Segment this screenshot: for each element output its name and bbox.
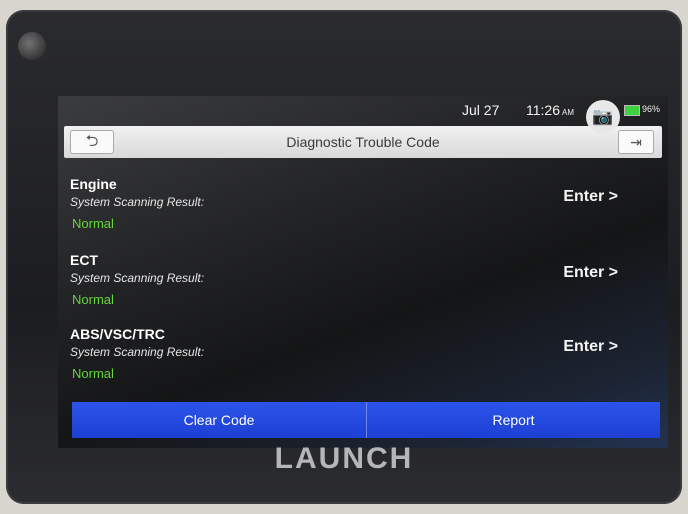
system-name: ECT	[70, 252, 98, 268]
system-scan-label: System Scanning Result:	[70, 271, 205, 285]
system-row-ect: ECT System Scanning Result: Normal Enter…	[64, 252, 654, 322]
status-clock: 11:26	[526, 102, 560, 118]
status-date: Jul 27	[462, 102, 500, 118]
front-camera	[18, 32, 46, 60]
clear-code-button[interactable]: Clear Code	[72, 402, 367, 438]
battery-percent: 96%	[642, 104, 661, 114]
system-scan-label: System Scanning Result:	[70, 345, 205, 359]
status-ampm: AM	[562, 108, 574, 117]
system-row-engine: Engine System Scanning Result: Normal En…	[64, 176, 654, 246]
exit-icon: ⇥	[630, 134, 642, 150]
system-name: ABS/VSC/TRC	[70, 326, 165, 342]
page-title: Diagnostic Trouble Code	[286, 134, 440, 150]
enter-button-ect[interactable]: Enter >	[563, 264, 618, 282]
battery-icon	[624, 105, 640, 116]
screen: Jul 27 11:26 AM 📷 96% ⮌ Diagnostic Troubl…	[58, 96, 668, 448]
system-status: Normal	[72, 216, 114, 231]
system-status: Normal	[72, 292, 114, 307]
scan-tool-device: Jul 27 11:26 AM 📷 96% ⮌ Diagnostic Troubl…	[6, 10, 682, 504]
system-scan-label: System Scanning Result:	[70, 195, 205, 209]
status-time: 11:26 AM	[526, 102, 574, 118]
status-bar: Jul 27 11:26 AM 📷 96%	[58, 96, 668, 134]
title-bar: ⮌ Diagnostic Trouble Code ⇥	[64, 126, 662, 158]
enter-button-abs[interactable]: Enter >	[563, 338, 618, 356]
enter-button-engine[interactable]: Enter >	[563, 188, 618, 206]
exit-button[interactable]: ⇥	[618, 130, 654, 154]
system-name: Engine	[70, 176, 117, 192]
report-button[interactable]: Report	[367, 402, 660, 438]
system-status: Normal	[72, 366, 114, 381]
system-row-abs: ABS/VSC/TRC System Scanning Result: Norm…	[64, 326, 654, 396]
bottom-action-bar: Clear Code Report	[72, 402, 660, 438]
camera-icon[interactable]: 📷	[586, 100, 620, 134]
brand-logo: LAUNCH	[274, 442, 414, 475]
